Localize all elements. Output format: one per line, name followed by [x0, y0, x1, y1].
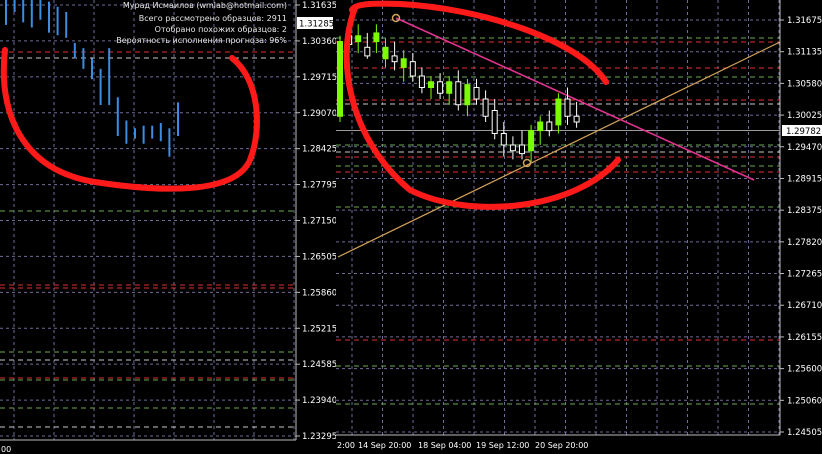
right-price-tick-label: 1.30025: [787, 111, 822, 121]
candle-body: [391, 55, 398, 63]
right-price-tick-label: 1.24505: [787, 428, 822, 438]
left-time-label: 00: [1, 445, 11, 454]
candle-body: [509, 144, 516, 152]
right-price-tick-label: 1.29470: [787, 143, 822, 153]
candle-body: [364, 46, 371, 57]
left-price-tick-label: 1.23295: [302, 432, 337, 442]
right-current-price: 1.29782: [786, 127, 821, 137]
info-author: Мурад Исмаилов (wmlab@hotmail.com): [123, 1, 287, 10]
left-price-tick-label: 1.23940: [302, 396, 337, 406]
left-price-tick-label: 1.30360: [302, 37, 337, 47]
right-price-tick-label: 1.31135: [787, 48, 822, 58]
candle-body: [537, 121, 544, 132]
left-price-tick-label: 1.29070: [302, 109, 337, 119]
right-time-label: 19 Sep 12:00: [476, 441, 529, 450]
candle-body: [400, 58, 407, 68]
right-time-label: 2:00: [337, 441, 355, 450]
info-forecast-probability: Вероятность исполнения прогноза: 96%: [116, 36, 287, 45]
left-price-tick-label: 1.27150: [302, 217, 337, 227]
trading-chart-screen: 1.31635 1.30360 1.29715 1.29070 1.28425 1.277…: [0, 0, 822, 454]
right-price-tick-label: 1.28375: [787, 206, 822, 216]
candle-body: [373, 32, 380, 43]
right-time-label: 18 Sep 04:00: [418, 441, 471, 450]
right-price-tick-label: 1.27820: [787, 238, 822, 248]
left-price-tick-label: 1.31635: [302, 1, 337, 11]
left-price-tick-label: 1.25215: [302, 324, 337, 334]
candle-body: [418, 75, 425, 89]
right-time-label: 20 Sep 20:00: [535, 441, 588, 450]
candle-body: [555, 98, 562, 126]
candle-body: [482, 98, 489, 117]
candle-body: [546, 121, 553, 132]
left-price-tick-label: 1.25860: [302, 288, 337, 298]
candle-body: [464, 84, 471, 106]
candle-body: [500, 132, 507, 146]
candle-body: [409, 61, 416, 77]
right-price-tick-label: 1.27265: [787, 270, 822, 280]
left-price-tick-label: 1.27795: [302, 181, 337, 191]
right-price-tick-label: 1.31675: [787, 16, 822, 26]
right-price-tick-label: 1.28915: [787, 174, 822, 184]
candle-body: [382, 46, 389, 60]
left-price-tick-label: 1.28425: [302, 145, 337, 155]
candle-body: [519, 144, 525, 155]
left-price-tick-label: 1.29715: [302, 73, 337, 83]
candle-body: [564, 98, 571, 117]
candle-body: [491, 110, 498, 134]
left-current-price: 1.31285: [299, 20, 334, 30]
right-price-tick-label: 1.26710: [787, 301, 822, 311]
right-price-tick-label: 1.25600: [787, 365, 822, 375]
candle-body: [455, 81, 462, 106]
left-price-tick-label: 1.24585: [302, 360, 337, 370]
candle-body: [428, 81, 434, 89]
right-time-label: 14 Sep 20:00: [358, 441, 411, 450]
candle-body: [355, 35, 362, 43]
right-chart-panel: 1.31675 1.31135 1.30580 1.30025 1.29470 1.289…: [336, 0, 822, 454]
candle-body: [573, 115, 580, 123]
candle-body: [528, 130, 535, 152]
candle-body: [337, 41, 343, 117]
candle-body: [473, 87, 480, 100]
info-matched-samples: Отобрано похожих образцов: 2: [155, 25, 287, 34]
right-price-tick-label: 1.26155: [787, 333, 822, 343]
right-price-tick-label: 1.30580: [787, 79, 822, 89]
candle-body: [446, 81, 453, 94]
right-time-axis-labels: 2:00 14 Sep 20:00 18 Sep 04:00 19 Sep 12:00…: [337, 441, 588, 450]
left-price-tick-label: 1.26505: [302, 252, 337, 262]
candle-body: [437, 81, 444, 94]
right-price-tick-label: 1.25060: [787, 396, 822, 406]
info-total-samples: Всего рассмотрено образцов: 2911: [139, 14, 287, 23]
